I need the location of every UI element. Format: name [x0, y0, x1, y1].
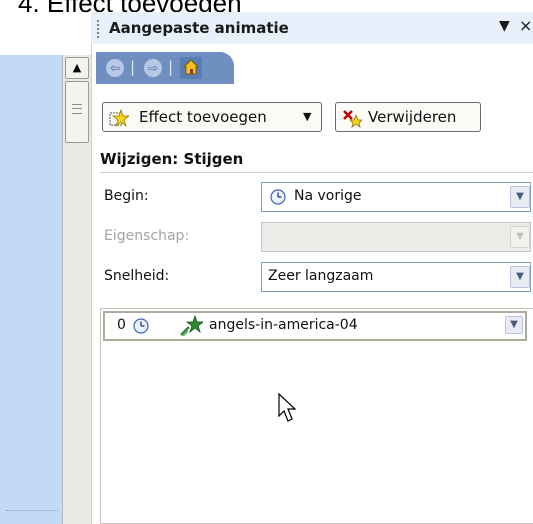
- section-divider: [100, 172, 533, 173]
- modify-section-header: Wijzigen: Stijgen: [100, 150, 244, 168]
- effect-name: angels-in-america-04: [209, 317, 358, 333]
- chevron-down-icon: ▼: [303, 110, 312, 123]
- task-pane-title-bar: Aangepaste animatie ▼ ×: [91, 12, 533, 44]
- add-effect-label: Effect toevoegen: [139, 108, 267, 126]
- property-select[interactable]: ▼: [261, 222, 531, 252]
- speed-select[interactable]: Zeer langzaam ▼: [261, 262, 531, 292]
- entrance-effect-star-icon: [180, 315, 203, 337]
- scroll-thumb[interactable]: [65, 81, 89, 143]
- back-button[interactable]: ⇦: [106, 59, 124, 77]
- scroll-up-button[interactable]: ▲: [65, 57, 89, 79]
- chevron-down-icon[interactable]: ▼: [505, 316, 523, 334]
- property-label: Eigenschap:: [104, 228, 190, 244]
- home-icon: [183, 59, 199, 75]
- back-arrow-icon: ⇦: [109, 61, 121, 75]
- slides-pane: [0, 55, 63, 524]
- mouse-pointer-icon: [278, 393, 297, 422]
- list-item[interactable]: 0 angels-in-america-04 ▼: [103, 311, 527, 341]
- nav-separator: |: [130, 58, 136, 76]
- effect-order: 0: [117, 317, 126, 333]
- chevron-down-icon[interactable]: ▼: [510, 226, 530, 248]
- task-pane-body: ⇦ | ⇨ | Effect toevoegen ▼ Verwijderen W…: [91, 44, 533, 524]
- remove-effect-label: Verwijderen: [368, 108, 457, 126]
- nav-separator: |: [168, 58, 174, 76]
- task-pane-menu-button[interactable]: ▼: [499, 18, 510, 34]
- begin-select[interactable]: Na vorige ▼: [261, 182, 531, 212]
- home-button[interactable]: [180, 57, 202, 79]
- vertical-scrollbar[interactable]: ▲: [62, 55, 91, 524]
- begin-label: Begin:: [104, 188, 149, 204]
- pane-divider: [6, 510, 58, 511]
- speed-label: Snelheid:: [104, 268, 170, 284]
- clock-icon: [270, 189, 286, 205]
- remove-effect-button[interactable]: Verwijderen: [335, 102, 481, 132]
- chevron-down-icon[interactable]: ▼: [510, 266, 530, 288]
- grip-icon: [72, 104, 82, 114]
- task-pane-title: Aangepaste animatie: [109, 19, 289, 37]
- speed-value: Zeer langzaam: [268, 268, 374, 284]
- begin-value: Na vorige: [294, 188, 362, 204]
- clock-icon: [133, 318, 149, 334]
- task-pane-navigation: ⇦ | ⇨ |: [96, 52, 234, 84]
- remove-effect-icon: [343, 110, 362, 128]
- task-pane-close-button[interactable]: ×: [519, 16, 532, 35]
- effects-list[interactable]: 0 angels-in-america-04 ▼: [100, 308, 533, 524]
- add-effect-star-icon: [109, 108, 129, 128]
- forward-arrow-icon: ⇨: [147, 61, 159, 75]
- chevron-down-icon[interactable]: ▼: [510, 186, 530, 208]
- forward-button[interactable]: ⇨: [144, 59, 162, 77]
- add-effect-button[interactable]: Effect toevoegen ▼: [102, 102, 322, 132]
- drag-handle-icon[interactable]: [97, 20, 101, 38]
